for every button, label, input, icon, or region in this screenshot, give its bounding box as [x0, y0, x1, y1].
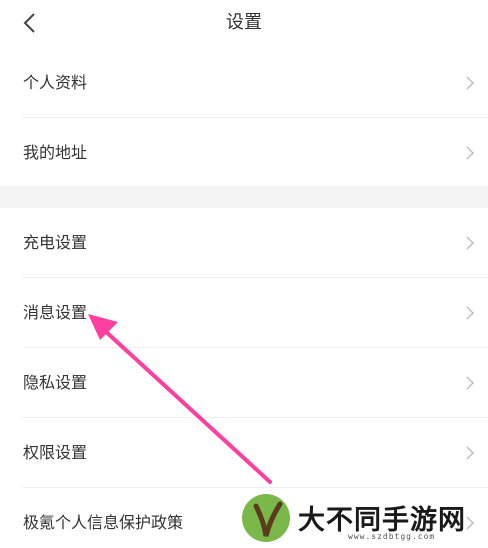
settings-item-label: 极氪个人信息保护政策 [23, 513, 184, 532]
page-title: 设置 [226, 12, 262, 33]
settings-item-label: 权限设置 [23, 443, 88, 462]
settings-item-label: 个人资料 [23, 73, 88, 92]
settings-item-address[interactable]: 我的地址 [0, 118, 488, 188]
chevron-right-icon [466, 446, 474, 460]
settings-item-label: 隐私设置 [23, 373, 88, 392]
settings-item-profile[interactable]: 个人资料 [0, 48, 488, 118]
top-navigation-bar: 设置 [0, 0, 488, 48]
chevron-right-icon [466, 146, 474, 160]
watermark-url: www.szdbtgg.com [348, 532, 436, 541]
settings-item-label: 充电设置 [23, 233, 88, 252]
site-watermark: 大不同手游网 www.szdbtgg.com [236, 488, 488, 548]
chevron-right-icon [466, 306, 474, 320]
watermark-logo-icon [242, 494, 290, 542]
chevron-right-icon [466, 376, 474, 390]
settings-item-permissions[interactable]: 权限设置 [0, 418, 488, 488]
chevron-right-icon [466, 236, 474, 250]
section-separator [0, 186, 488, 208]
chevron-right-icon [466, 76, 474, 90]
settings-item-label: 消息设置 [23, 303, 88, 322]
settings-item-label: 我的地址 [23, 143, 88, 162]
settings-item-messages[interactable]: 消息设置 [0, 278, 488, 348]
settings-item-privacy[interactable]: 隐私设置 [0, 348, 488, 418]
settings-item-charging[interactable]: 充电设置 [0, 208, 488, 278]
